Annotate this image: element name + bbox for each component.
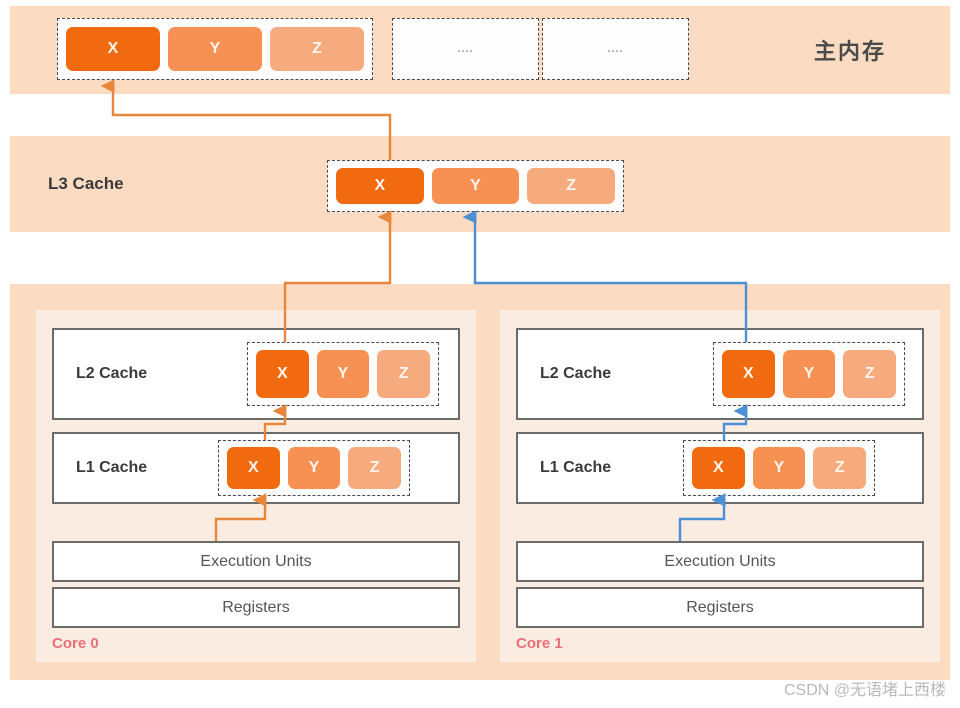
main-memory-cell-x[interactable]: X — [66, 27, 160, 71]
core-1-l1-cacheline: X Y Z — [683, 440, 875, 496]
core-0-l2-cell-y[interactable]: Y — [316, 350, 370, 398]
core-0-execution-units-box: Execution Units — [52, 541, 460, 582]
main-memory-title: 主内存 — [813, 39, 886, 64]
l3-cacheline: X Y Z — [327, 160, 624, 212]
core-0-execution-units-label: Execution Units — [200, 552, 312, 570]
l3-cell-y[interactable]: Y — [431, 168, 520, 204]
core-1-l1-cell-z[interactable]: Z — [813, 447, 867, 489]
core-0-l2-cacheline: X Y Z — [247, 342, 439, 406]
watermark: CSDN @无语堵上西楼 — [783, 682, 946, 699]
core-1-registers-label: Registers — [686, 598, 754, 616]
core-0-registers-box: Registers — [52, 587, 460, 628]
core-1-l2-cell-z[interactable]: Z — [843, 350, 897, 398]
l3-cell-z[interactable]: Z — [527, 168, 616, 204]
core-1-label: Core 1 — [516, 635, 563, 652]
core-0-l1-cacheline: X Y Z — [218, 440, 410, 496]
core-0-l1-cell-z[interactable]: Z — [348, 447, 402, 489]
l3-cell-x[interactable]: X — [336, 168, 424, 204]
core-1-l1-cell-x[interactable]: X — [692, 447, 745, 489]
l3-cache-title: L3 Cache — [48, 174, 124, 193]
core-0-l2-cache-title: L2 Cache — [76, 365, 148, 382]
core-0-l1-cell-y[interactable]: Y — [287, 447, 341, 489]
core-1-execution-units-label: Execution Units — [664, 552, 776, 570]
main-memory-cacheline: X Y Z — [57, 18, 373, 80]
core-0-l2-cell-x[interactable]: X — [256, 350, 309, 398]
core-1-l1-cache-title: L1 Cache — [540, 459, 612, 476]
main-memory-empty-block-1: .... — [392, 18, 539, 80]
main-memory-empty-block-2: .... — [542, 18, 689, 80]
core-0-l1-cache-title: L1 Cache — [76, 459, 148, 476]
core-1-l2-cacheline: X Y Z — [713, 342, 905, 406]
core-0-label: Core 0 — [52, 635, 99, 652]
empty-block-dots: .... — [457, 43, 474, 55]
core-0-l2-cell-z[interactable]: Z — [377, 350, 431, 398]
empty-block-dots: .... — [607, 43, 624, 55]
core-1-registers-box: Registers — [516, 587, 924, 628]
main-memory-cell-y[interactable]: Y — [168, 27, 262, 71]
main-memory-cell-z[interactable]: Z — [270, 27, 364, 71]
core-1-l1-cell-y[interactable]: Y — [752, 447, 806, 489]
core-1-l2-cache-title: L2 Cache — [540, 365, 612, 382]
core-1-execution-units-box: Execution Units — [516, 541, 924, 582]
core-0-l1-cell-x[interactable]: X — [227, 447, 280, 489]
core-0-registers-label: Registers — [222, 598, 290, 616]
core-1-l2-cell-x[interactable]: X — [722, 350, 775, 398]
core-1-l2-cell-y[interactable]: Y — [782, 350, 836, 398]
